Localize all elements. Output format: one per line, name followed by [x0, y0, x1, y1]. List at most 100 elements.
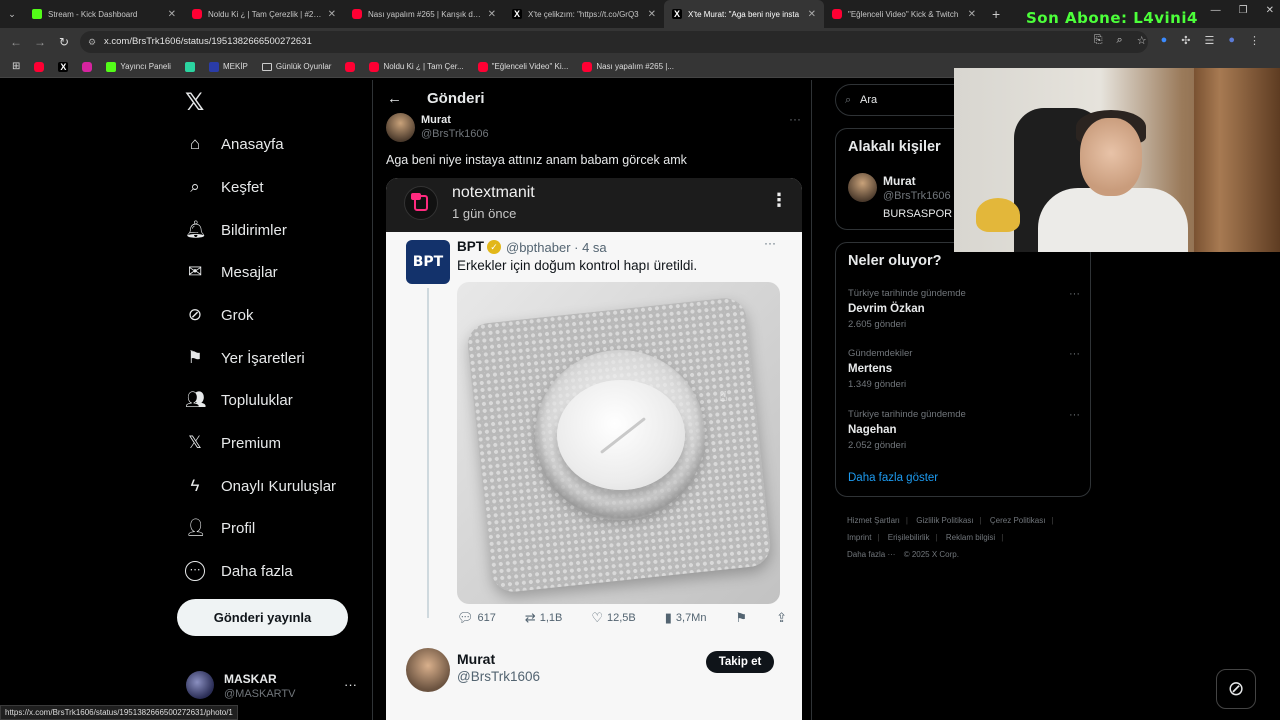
account-avatar[interactable]: [186, 671, 214, 699]
nav-communities[interactable]: 👥︎ Topluluklar: [185, 387, 293, 413]
author-avatar[interactable]: [386, 113, 415, 142]
apps-grid-icon[interactable]: ⊞: [12, 61, 20, 72]
footer-imprint[interactable]: Imprint: [847, 533, 871, 542]
trend-more-icon[interactable]: ···: [1069, 409, 1080, 421]
install-app-icon[interactable]: ⎘: [1094, 34, 1103, 47]
nav-premium[interactable]: 𝕏 Premium: [185, 430, 281, 456]
tab-x-celikzim[interactable]: X X'te çelikzım: "https://t.co/GrQ3 ✕: [504, 0, 664, 28]
kick-icon: [106, 61, 117, 72]
footer-more[interactable]: Daha fazla ···: [847, 550, 895, 559]
extension-shield-icon[interactable]: ●: [1161, 34, 1168, 47]
repost-stat: ⇄ 1,1B: [524, 610, 563, 625]
views-chart-icon: ▮: [664, 610, 672, 625]
bookmark-other[interactable]: [184, 61, 195, 72]
restore-icon[interactable]: ❐: [1239, 5, 1248, 16]
bookmark-stat: ⚑: [735, 610, 747, 626]
reading-list-icon[interactable]: ☰: [1204, 34, 1214, 47]
bookmark-yayinci-paneli[interactable]: Yayıncı Paneli: [106, 61, 171, 72]
close-icon[interactable]: ✕: [488, 9, 496, 20]
reload-icon[interactable]: ↻: [52, 35, 76, 49]
trend-more-icon[interactable]: ···: [1069, 288, 1080, 300]
nav-bookmarks[interactable]: ⚑ Yer İşaretleri: [185, 345, 304, 371]
back-arrow-icon[interactable]: ←: [387, 90, 402, 107]
related-name[interactable]: Murat: [883, 174, 916, 188]
zoom-icon[interactable]: ⌕: [1117, 34, 1123, 47]
bookmark-youtube[interactable]: [34, 61, 45, 72]
x-logo-icon[interactable]: 𝕏: [185, 88, 204, 117]
back-arrow-icon[interactable]: ←: [4, 35, 28, 49]
show-more-link[interactable]: Daha fazla göster: [848, 472, 938, 484]
tab-x-murat[interactable]: X X'te Murat: "Aga beni niye insta ✕: [664, 0, 824, 28]
nav-home[interactable]: ⌂ Anasayfa: [185, 131, 284, 157]
trend-item[interactable]: Türkiye tarihinde gündemde Nagehan 2.052…: [848, 409, 1080, 451]
close-icon[interactable]: ✕: [648, 9, 656, 20]
bookmark-gunluk-oyunlar[interactable]: Günlük Oyunlar: [261, 62, 331, 71]
trend-item[interactable]: Gündemdekiler Mertens 1.349 gönderi ···: [848, 348, 1080, 390]
site-info-icon[interactable]: ⚙: [88, 31, 96, 53]
quoted-more-icon: ···: [764, 236, 776, 250]
youtube-icon: [477, 61, 488, 72]
footer-accessibility[interactable]: Erişilebilirlik: [888, 533, 930, 542]
post-button[interactable]: Gönderi yayınla: [177, 599, 348, 636]
related-avatar[interactable]: [848, 173, 877, 202]
bookmark-noldu-ki[interactable]: Noldu Ki ¿ | Tam Çer...: [369, 61, 464, 72]
nav-explore[interactable]: ⌕ Keşfet: [185, 174, 263, 200]
bookmark-x[interactable]: X: [58, 61, 69, 72]
account-more-icon[interactable]: ···: [344, 677, 357, 692]
bookmark-mekip[interactable]: MEKİP: [208, 61, 248, 72]
bookmark-instagram[interactable]: [82, 61, 93, 72]
nav-profile[interactable]: 👤︎ Profil: [185, 515, 255, 541]
tab-nasi-yapalim[interactable]: Nası yapalım #265 | Karışık dert ✕: [344, 0, 504, 28]
webcam-overlay: [954, 68, 1280, 252]
nav-grok[interactable]: ⊘ Grok: [185, 302, 254, 328]
pill-score-line: [600, 417, 646, 454]
new-tab-button[interactable]: +: [992, 6, 1000, 22]
close-window-icon[interactable]: ✕: [1266, 5, 1274, 16]
close-icon[interactable]: ✕: [168, 9, 176, 20]
reply-user-name: Murat: [457, 651, 496, 667]
nav-verified-orgs[interactable]: ϟ Onaylı Kuruluşlar: [185, 473, 337, 499]
nav-notifications[interactable]: 🔔︎ Bildirimler: [185, 217, 287, 243]
author-name[interactable]: Murat: [421, 114, 451, 126]
nav-messages[interactable]: ✉ Mesajlar: [185, 259, 278, 285]
account-name[interactable]: MASKAR: [224, 672, 277, 686]
pill: [557, 380, 685, 490]
trend-item[interactable]: Türkiye tarihinde gündemde Devrim Özkan …: [848, 288, 1080, 330]
window-controls: — ❐ ✕: [1211, 5, 1274, 16]
forward-arrow-icon[interactable]: →: [28, 35, 52, 49]
trend-more-icon[interactable]: ···: [1069, 348, 1080, 360]
grok-floating-button[interactable]: ⊘: [1216, 669, 1256, 709]
close-icon[interactable]: ✕: [968, 9, 976, 20]
footer-terms[interactable]: Hizmet Şartları: [847, 516, 900, 525]
tab-noldu-ki[interactable]: Noldu Ki ¿ | Tam Çerezlik | #243 ✕: [184, 0, 344, 28]
bookmark-youtube-2[interactable]: [345, 61, 356, 72]
nav-more[interactable]: ⋯ Daha fazla: [185, 558, 293, 584]
bookmark-eglenceli-video[interactable]: "Eğlenceli Video" Ki...: [477, 61, 568, 72]
profile-avatar-icon[interactable]: ●: [1228, 34, 1235, 47]
bookmark-star-icon[interactable]: ☆: [1137, 34, 1147, 47]
extensions-puzzle-icon[interactable]: ✣: [1181, 34, 1190, 47]
youtube-icon: [34, 61, 45, 72]
tab-search-dropdown-icon[interactable]: ⌄: [0, 9, 24, 20]
footer-privacy[interactable]: Gizlilik Politikası: [916, 516, 973, 525]
close-icon[interactable]: ✕: [808, 9, 816, 20]
post-more-icon[interactable]: ···: [789, 112, 801, 126]
close-icon[interactable]: ✕: [328, 9, 336, 20]
grok-icon: ⊘: [1227, 678, 1245, 700]
address-bar[interactable]: ⚙ x.com/BrsTrk1606/status/19513826665002…: [80, 31, 1148, 53]
footer-cookies[interactable]: Çerez Politikası: [990, 516, 1046, 525]
footer-ads-info[interactable]: Reklam bilgisi: [946, 533, 995, 542]
tab-eglenceli-video[interactable]: "Eğlenceli Video" Kick & Twitch ✕: [824, 0, 984, 28]
related-handle[interactable]: @BrsTrk1606: [883, 190, 951, 202]
embedded-story-header: notextmanit 1 gün önce ⋮: [386, 178, 802, 232]
bookmark-nasi-yapalim[interactable]: Nası yapalım #265 |...: [582, 61, 674, 72]
share-icon: ⇪: [776, 610, 787, 625]
minimize-icon[interactable]: —: [1211, 5, 1221, 16]
menu-kebab-icon[interactable]: ⋮: [1249, 34, 1260, 47]
search-icon: ⌕: [845, 94, 852, 106]
tab-kick-dashboard[interactable]: Stream - Kick Dashboard ✕: [24, 0, 184, 28]
bell-icon: 🔔︎: [185, 220, 207, 239]
account-handle[interactable]: @MASKARTV: [224, 688, 295, 700]
post-media-image[interactable]: notextmanit 1 gün önce ⋮ BPT BPT ✓ @bpth…: [386, 178, 802, 720]
author-handle[interactable]: @BrsTrk1606: [421, 128, 489, 140]
